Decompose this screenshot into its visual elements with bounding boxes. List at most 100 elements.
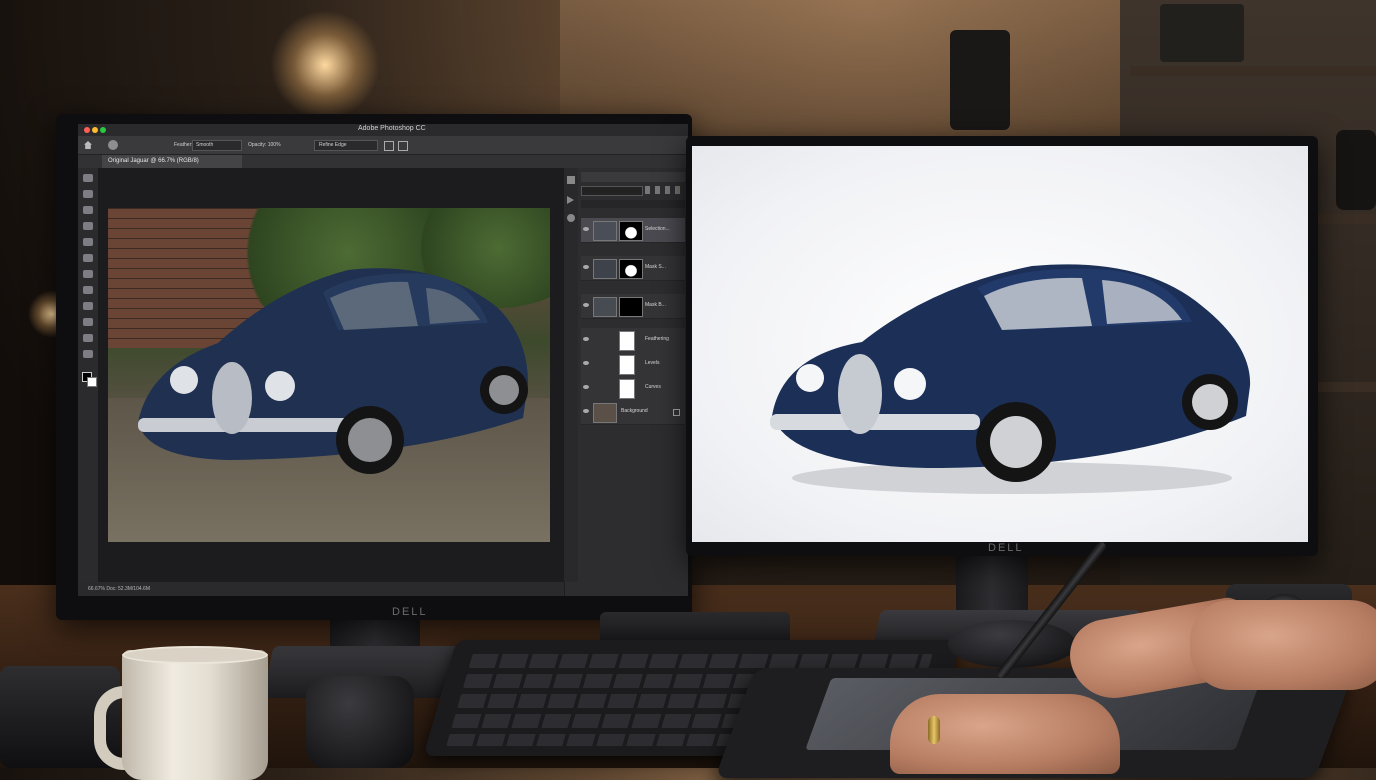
- background-color-swatch[interactable]: [87, 377, 97, 387]
- check-icon-2[interactable]: [398, 141, 408, 151]
- layer-name: Curves: [645, 384, 661, 390]
- restored-car-wheel-rear-hub: [1192, 384, 1228, 420]
- marquee-icon[interactable]: [83, 190, 93, 198]
- original-car-photo: [108, 208, 550, 542]
- layer-row[interactable]: Selection...: [581, 218, 685, 243]
- layer-name: Selection...: [645, 226, 670, 232]
- panel-icon-strip: [564, 168, 578, 582]
- window-close-dot[interactable]: [84, 127, 90, 133]
- history-icon[interactable]: [567, 176, 575, 184]
- layer-row[interactable]: Mask B...: [581, 294, 685, 319]
- eye-icon[interactable]: [583, 409, 589, 413]
- layer-name: Feathering: [645, 336, 669, 342]
- layers-panel-header: [581, 172, 685, 182]
- layer-filter-icons[interactable]: [645, 186, 685, 194]
- window-min-dot[interactable]: [92, 127, 98, 133]
- ps-menubar: Adobe Photoshop CC: [78, 124, 688, 136]
- hand-icon[interactable]: [83, 350, 93, 358]
- restored-car-grille: [838, 354, 882, 434]
- layer-row[interactable]: Levels: [581, 352, 685, 377]
- shelf-item: [1160, 4, 1244, 62]
- eye-icon[interactable]: [583, 385, 589, 389]
- eye-icon[interactable]: [583, 227, 589, 231]
- restored-car-headlight-right: [894, 368, 926, 400]
- pen-icon[interactable]: [83, 318, 93, 326]
- blend-mode-select[interactable]: [581, 186, 643, 196]
- layer-name: Levels: [645, 360, 660, 366]
- restored-car-wheel-front-hub: [990, 416, 1042, 468]
- layer-row[interactable]: Curves: [581, 376, 685, 401]
- restored-car-illustration: [770, 264, 1251, 494]
- app-title: Adobe Photoshop CC: [358, 125, 426, 132]
- layers-panel: Selection... Mask S... Mask B... Feather…: [564, 168, 688, 596]
- eye-icon[interactable]: [583, 361, 589, 365]
- status-bar: 66.67% Doc: 52.3M/104.6M: [78, 582, 564, 596]
- eye-icon[interactable]: [583, 337, 589, 341]
- option-smooth-value: Smooth: [196, 142, 214, 148]
- crop-icon[interactable]: [83, 222, 93, 230]
- option-feather-label: Feather:: [174, 142, 193, 148]
- mask-thumbnail: [619, 297, 643, 317]
- status-text: 66.67% Doc: 52.3M/104.6M: [88, 586, 150, 592]
- mask-thumbnail: [619, 221, 643, 241]
- keyboard-key-row: [468, 654, 933, 668]
- type-icon[interactable]: [83, 302, 93, 310]
- shelf-1: [1130, 66, 1376, 76]
- mask-thumbnail: [619, 259, 643, 279]
- adjust-icon[interactable]: [567, 214, 575, 222]
- layer-row[interactable]: Feathering: [581, 328, 685, 353]
- car-wheel-rear-hub: [489, 375, 519, 405]
- monitor-brand-right: DELL: [988, 542, 1024, 554]
- move-icon[interactable]: [83, 174, 93, 182]
- option-smooth-select[interactable]: Smooth: [192, 140, 242, 151]
- layer-name: Background: [621, 408, 648, 414]
- eye-icon[interactable]: [583, 265, 589, 269]
- layer-row[interactable]: Mask S...: [581, 256, 685, 281]
- ps-options-bar: Feather: Smooth Opacity: 100% Refine Edg…: [78, 136, 688, 155]
- forearm: [1190, 600, 1376, 690]
- layer-thumbnail: [593, 297, 617, 317]
- gradient-icon[interactable]: [83, 286, 93, 294]
- monitor-brand-left: DELL: [392, 606, 428, 618]
- coffee-mug: [122, 650, 268, 780]
- lamp-glow: [270, 10, 380, 120]
- eyedropper-icon[interactable]: [83, 238, 93, 246]
- tools-panel: [78, 168, 98, 582]
- play-icon[interactable]: [567, 196, 574, 204]
- eye-icon[interactable]: [583, 303, 589, 307]
- option-refine-edge-button[interactable]: Refine Edge: [314, 140, 378, 151]
- layer-thumbnail: [593, 259, 617, 279]
- opacity-control[interactable]: [581, 200, 685, 208]
- layer-thumbnail: [619, 331, 635, 351]
- car-grille: [212, 362, 252, 434]
- check-icon[interactable]: [384, 141, 394, 151]
- car-headlight-right: [265, 371, 295, 401]
- layer-thumbnail: [593, 221, 617, 241]
- brush-icon[interactable]: [83, 254, 93, 262]
- option-opacity[interactable]: Opacity: 100%: [248, 142, 281, 148]
- option-refine-edge-label: Refine Edge: [319, 142, 347, 148]
- restored-car-screen: [692, 146, 1308, 542]
- document-tab[interactable]: Original Jaguar @ 66.7% (RGB/8): [102, 155, 242, 168]
- layer-name: Mask B...: [645, 302, 666, 308]
- lock-icon: [673, 409, 680, 416]
- home-icon[interactable]: [84, 141, 92, 149]
- left-hand: [890, 694, 1120, 774]
- brush-preset-icon[interactable]: [108, 140, 118, 150]
- shelf-lens: [1336, 130, 1376, 210]
- layer-row[interactable]: Background: [581, 400, 685, 425]
- window-max-dot[interactable]: [100, 127, 106, 133]
- lens-left: [306, 676, 414, 768]
- layer-thumbnail: [619, 355, 635, 375]
- car-bumper: [138, 418, 368, 432]
- document-tab-label: Original Jaguar @ 66.7% (RGB/8): [108, 158, 199, 164]
- layer-thumbnail: [619, 379, 635, 399]
- mug-rim: [122, 646, 268, 664]
- restored-car-headlight-left: [796, 364, 824, 392]
- zoom-icon[interactable]: [83, 334, 93, 342]
- shelf-camera: [950, 30, 1010, 130]
- car-illustration: [138, 268, 528, 474]
- eraser-icon[interactable]: [83, 270, 93, 278]
- lasso-icon[interactable]: [83, 206, 93, 214]
- car-wheel-front-hub: [348, 418, 392, 462]
